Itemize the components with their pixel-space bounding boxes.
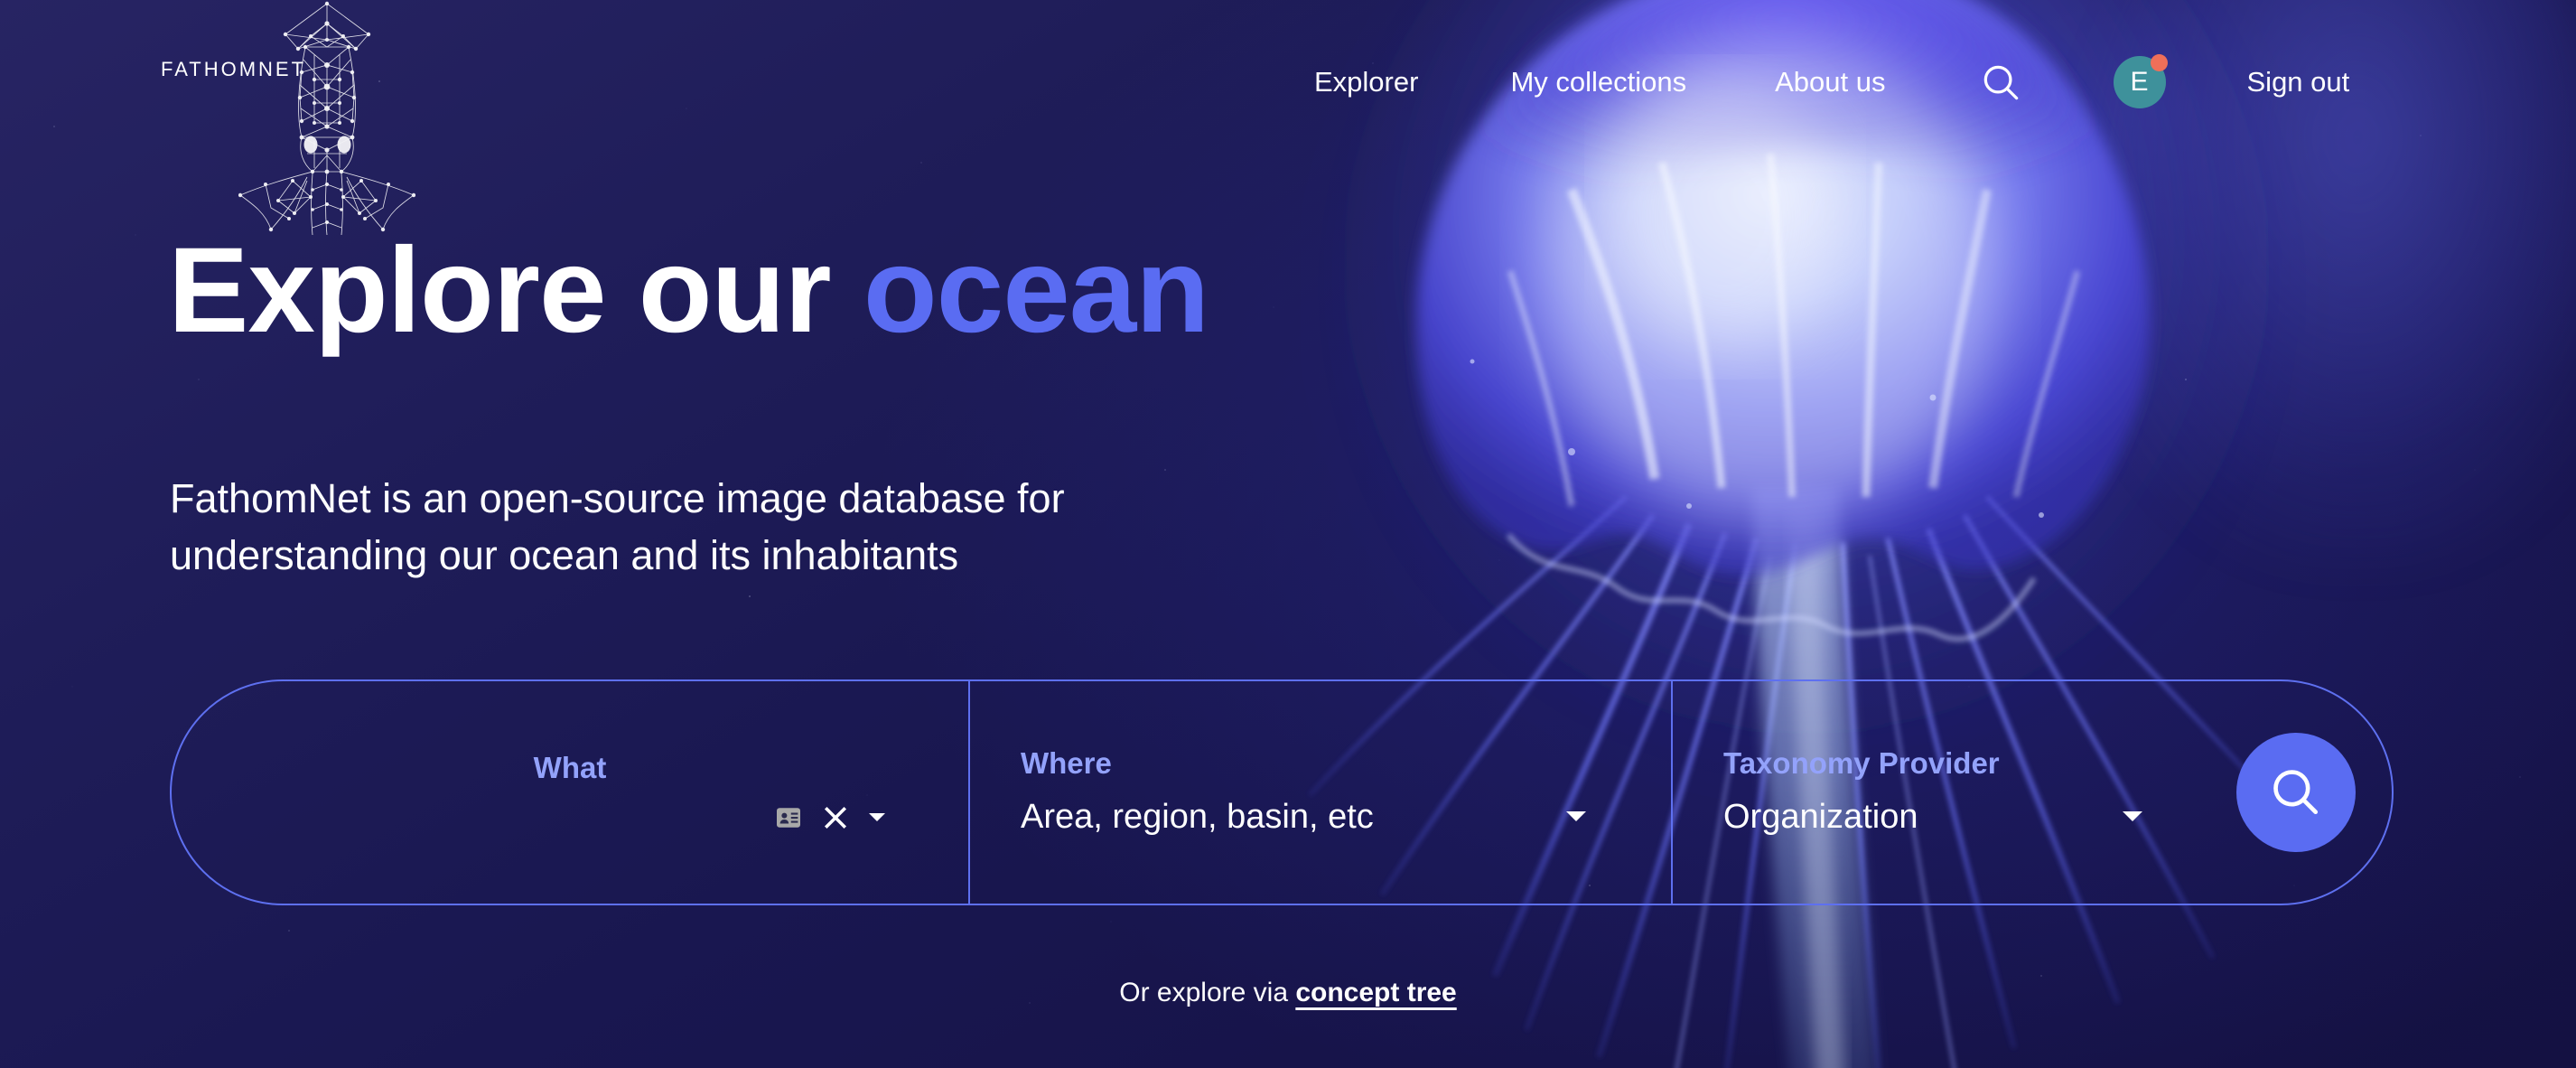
hero-title-lead: Explore our — [168, 223, 832, 358]
nav-item-my-collections[interactable]: My collections — [1510, 66, 1686, 98]
contact-card-icon[interactable] — [775, 804, 802, 831]
chevron-down-icon-where[interactable] — [1566, 811, 1586, 821]
avatar-notification-badge — [2150, 54, 2168, 71]
search-label-where: Where — [1021, 745, 1112, 780]
search-label-taxonomy-provider: Taxonomy Provider — [1723, 745, 2000, 780]
hero-section: FathomNet Explorer My collections About … — [0, 0, 2576, 1068]
chevron-down-icon-taxonomy[interactable] — [2123, 811, 2142, 821]
brand-name: FathomNet — [161, 51, 307, 82]
hero-subtitle: FathomNet is an open-source image databa… — [170, 475, 1065, 578]
avatar[interactable]: E — [2113, 54, 2168, 108]
top-navigation-bar: FathomNet Explorer My collections About … — [0, 0, 2576, 236]
hero-title-accent: ocean — [863, 223, 1209, 358]
search-field-what[interactable]: What — [172, 681, 968, 904]
sign-out-button[interactable]: Sign out — [2247, 66, 2350, 98]
search-bar: What Where Area, region, basin, etc Taxo… — [170, 679, 2394, 905]
concept-tree-hint: Or explore via concept tree — [0, 978, 2576, 1008]
concept-tree-hint-prefix: Or explore via — [1119, 978, 1296, 1007]
what-field-controls — [775, 802, 885, 833]
page-title: Explore our ocean — [168, 230, 1209, 351]
taxonomy-field-row: Organization — [1723, 796, 2170, 838]
search-label-what: What — [533, 750, 607, 784]
search-field-where[interactable]: Where Area, region, basin, etc — [968, 681, 1671, 904]
search-icon — [2273, 770, 2319, 815]
nav-links-group: Explorer My collections About us E Sign … — [1314, 54, 2350, 108]
search-icon[interactable] — [1980, 61, 2021, 103]
nav-item-about-us[interactable]: About us — [1775, 66, 1885, 98]
avatar-initial: E — [2130, 67, 2149, 97]
wireframe-squid-icon — [238, 1, 415, 236]
where-input[interactable]: Area, region, basin, etc — [1021, 800, 1374, 834]
search-submit-button[interactable] — [2236, 733, 2356, 852]
where-field-row: Area, region, basin, etc — [1021, 796, 1620, 838]
chevron-down-icon-what[interactable] — [869, 813, 885, 821]
brand-logo[interactable]: FathomNet — [161, 0, 432, 239]
concept-tree-link[interactable]: concept tree — [1295, 978, 1456, 1007]
search-field-taxonomy-provider[interactable]: Taxonomy Provider Organization — [1671, 681, 2220, 904]
nav-item-explorer[interactable]: Explorer — [1314, 66, 1418, 98]
search-submit-wrapper — [2220, 681, 2392, 904]
taxonomy-selected-value[interactable]: Organization — [1723, 800, 1918, 834]
close-x-icon[interactable] — [820, 802, 851, 833]
